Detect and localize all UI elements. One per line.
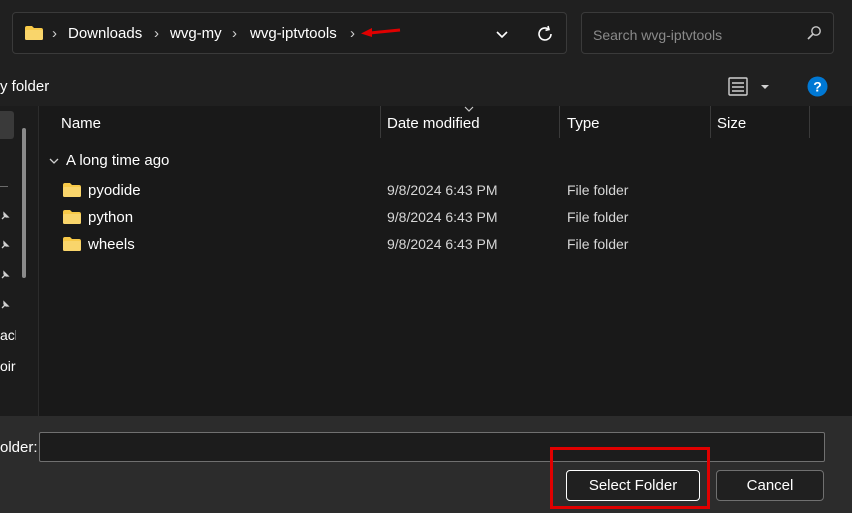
- view-options-icon[interactable]: [728, 77, 776, 97]
- pin-icon[interactable]: [0, 211, 10, 221]
- file-type: File folder: [567, 236, 629, 252]
- file-type: File folder: [567, 209, 629, 225]
- column-header-type[interactable]: Type: [567, 115, 600, 132]
- address-bar[interactable]: › Downloads › wvg-my › wvg-iptvtools ›: [12, 12, 567, 54]
- sort-indicator-icon: [464, 106, 474, 112]
- column-header-name[interactable]: Name: [61, 115, 101, 132]
- chevron-right-icon: ›: [232, 25, 237, 42]
- file-date: 9/8/2024 6:43 PM: [387, 236, 498, 252]
- pin-icon[interactable]: [0, 300, 10, 310]
- nav-selected-item[interactable]: [0, 111, 14, 139]
- chevron-right-icon: ›: [52, 25, 57, 42]
- group-header[interactable]: A long time ago: [48, 152, 169, 172]
- column-divider[interactable]: [559, 106, 560, 138]
- pin-icon[interactable]: [0, 270, 10, 280]
- refresh-icon[interactable]: [534, 23, 556, 45]
- command-bar: y folder ?: [0, 68, 852, 106]
- file-type: File folder: [567, 182, 629, 198]
- folder-field-label: older:: [0, 439, 38, 456]
- group-label: A long time ago: [66, 152, 170, 169]
- folder-icon: [63, 237, 81, 251]
- pin-icon[interactable]: [0, 240, 10, 250]
- nav-scrollbar[interactable]: [22, 128, 26, 278]
- dialog-footer: older: Select Folder Cancel: [0, 416, 852, 513]
- search-input[interactable]: [591, 24, 795, 46]
- red-highlight-annotation: [550, 447, 710, 509]
- file-date: 9/8/2024 6:43 PM: [387, 209, 498, 225]
- svg-text:?: ?: [813, 79, 822, 95]
- chevron-down-icon[interactable]: [493, 25, 511, 43]
- red-arrow-annotation: [361, 28, 401, 37]
- file-list[interactable]: Name Date modified Type Size A long time…: [39, 106, 852, 416]
- chevron-right-icon[interactable]: ›: [350, 25, 355, 42]
- file-date: 9/8/2024 6:43 PM: [387, 182, 498, 198]
- nav-divider: [0, 186, 8, 187]
- file-name: pyodide: [88, 182, 141, 199]
- new-folder-button[interactable]: y folder: [0, 78, 49, 95]
- column-header-size[interactable]: Size: [717, 115, 746, 132]
- file-row-python[interactable]: python 9/8/2024 6:43 PM File folder: [39, 205, 852, 232]
- search-icon[interactable]: [806, 25, 822, 41]
- help-icon[interactable]: ?: [807, 76, 828, 97]
- column-divider[interactable]: [809, 106, 810, 138]
- chevron-down-icon[interactable]: [48, 156, 60, 166]
- chevron-right-icon: ›: [154, 25, 159, 42]
- file-row-wheels[interactable]: wheels 9/8/2024 6:43 PM File folder: [39, 232, 852, 259]
- file-row-pyodide[interactable]: pyodide 9/8/2024 6:43 PM File folder: [39, 178, 852, 205]
- search-box[interactable]: [581, 12, 834, 54]
- breadcrumb-downloads[interactable]: Downloads: [68, 25, 142, 42]
- breadcrumb-wvg-iptvtools[interactable]: wvg-iptvtools: [250, 25, 337, 42]
- cancel-button[interactable]: Cancel: [716, 470, 824, 501]
- file-name: python: [88, 209, 134, 226]
- column-divider[interactable]: [710, 106, 711, 138]
- file-name: wheels: [88, 236, 135, 253]
- navigation-pane[interactable]: ack oir: [0, 106, 38, 416]
- folder-icon: [63, 183, 81, 197]
- title-area: › Downloads › wvg-my › wvg-iptvtools ›: [0, 0, 852, 68]
- column-header-date-modified[interactable]: Date modified: [387, 115, 480, 132]
- breadcrumb-wvg-my[interactable]: wvg-my: [170, 25, 222, 42]
- column-divider[interactable]: [380, 106, 381, 138]
- nav-item-label[interactable]: ack: [0, 327, 16, 343]
- nav-item-label[interactable]: oir: [0, 358, 16, 374]
- folder-icon: [63, 210, 81, 224]
- folder-icon: [25, 26, 43, 40]
